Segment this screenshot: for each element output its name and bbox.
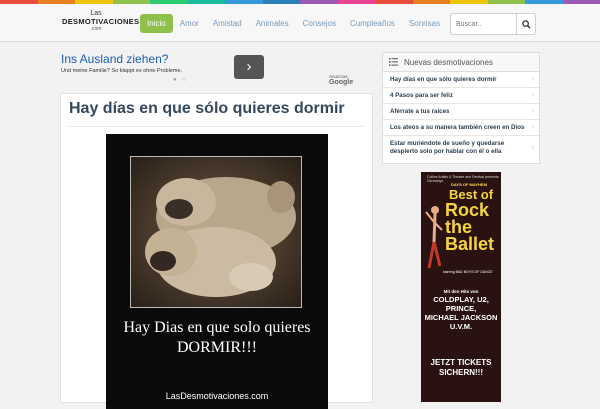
sidebar-item[interactable]: Aférrate a tus raices › bbox=[383, 104, 539, 120]
nav-item-inicio[interactable]: Inicio bbox=[140, 14, 173, 33]
ad-next-arrow-button[interactable]: › bbox=[234, 55, 264, 79]
sidebar-item[interactable]: Hay días en que sólo quieres dormir › bbox=[383, 72, 539, 88]
top-ad-banner[interactable]: Ins Ausland ziehen? Und meine Familie? S… bbox=[60, 50, 372, 88]
chevron-right-icon: › bbox=[532, 92, 534, 100]
ad-act: COLDPLAY, U2, bbox=[424, 295, 498, 304]
ad-tickets-line: SICHERN!!! bbox=[424, 368, 498, 378]
title-divider bbox=[69, 126, 364, 127]
sleeping-pugs-illustration bbox=[131, 157, 301, 307]
search-box bbox=[450, 13, 536, 35]
search-input[interactable] bbox=[451, 14, 517, 34]
sidebar-widget: Nuevas desmotivaciones Hay días en que s… bbox=[382, 52, 540, 164]
ad-subtext: Und meine Familie? So klappt es ohne Pro… bbox=[61, 68, 182, 74]
sidebar-item[interactable]: 4 Pasos para ser feliz › bbox=[383, 88, 539, 104]
poster-caption: Hay Dias en que solo quieres DORMIR!!! bbox=[106, 318, 328, 358]
chevron-right-icon: › bbox=[532, 108, 534, 116]
logo-line-1: Las bbox=[62, 10, 130, 17]
top-navigation-bar: Las DESMOTIVACIONES .com Inicio Amor Ami… bbox=[0, 4, 600, 42]
sidebar-item-label[interactable]: Los ateos a su manera también creen en D… bbox=[390, 124, 524, 131]
sidebar-item-label[interactable]: Estar muriéndote de sueño y quedarse des… bbox=[390, 140, 504, 155]
main-nav: Inicio Amor Amistad Animales Consejos Cu… bbox=[140, 14, 447, 33]
ad-title: Rock the Ballet bbox=[445, 202, 494, 253]
logo-line-2: DESMOTIVACIONES bbox=[62, 17, 130, 26]
sidebar-item[interactable]: Estar muriéndote de sueño y quedarse des… bbox=[383, 136, 539, 159]
list-icon bbox=[389, 58, 398, 66]
nav-item-amistad[interactable]: Amistad bbox=[206, 14, 249, 33]
search-button[interactable] bbox=[516, 14, 535, 34]
post-card: Hay días en que sólo quieres dormir Hay … bbox=[60, 93, 373, 403]
post-title[interactable]: Hay días en que sólo quieres dormir bbox=[69, 100, 345, 118]
sidebar-heading: Nuevas desmotivaciones bbox=[383, 53, 539, 72]
sidebar-heading-label: Nuevas desmotivaciones bbox=[404, 58, 493, 67]
ad-starring: starring BAD BOYS OF DANCE bbox=[443, 270, 493, 274]
nav-item-cumpleanos[interactable]: Cumpleaños bbox=[343, 14, 402, 33]
sidebar-item-label[interactable]: Hay días en que sólo quieres dormir bbox=[390, 76, 497, 83]
sidebar-item[interactable]: Los ateos a su manera también creen en D… bbox=[383, 120, 539, 136]
ad-with-hits: Mit den Hits von bbox=[431, 289, 491, 294]
sidebar-item-label[interactable]: Aférrate a tus raices bbox=[390, 108, 450, 115]
ad-act: U.V.M. bbox=[424, 322, 498, 331]
poster-caption-line-1: Hay Dias en que solo quieres bbox=[106, 318, 328, 338]
sidebar-list: Hay días en que sólo quieres dormir › 4 P… bbox=[383, 72, 539, 159]
chevron-right-icon: › bbox=[532, 124, 534, 132]
ad-act: MICHAEL JACKSON bbox=[424, 313, 498, 322]
chevron-right-icon: › bbox=[532, 76, 534, 84]
logo-line-3: .com bbox=[62, 26, 130, 32]
ad-tickets-line: JETZT TICKETS bbox=[424, 358, 498, 368]
ad-act: PRINCE, bbox=[424, 304, 498, 313]
ad-acts: COLDPLAY, U2, PRINCE, MICHAEL JACKSON U.… bbox=[424, 295, 498, 331]
nav-item-animales[interactable]: Animales bbox=[249, 14, 296, 33]
ad-attribution-brand: Google bbox=[329, 79, 353, 86]
chevron-right-icon: › bbox=[532, 144, 534, 152]
ad-tickets-cta[interactable]: JETZT TICKETS SICHERN!!! bbox=[424, 358, 498, 378]
post-image[interactable]: Hay Dias en que solo quieres DORMIR!!! L… bbox=[106, 134, 328, 409]
nav-item-amor[interactable]: Amor bbox=[173, 14, 206, 33]
pug-photo bbox=[130, 156, 302, 308]
search-icon bbox=[522, 20, 531, 29]
ad-title-line: Ballet bbox=[445, 236, 494, 253]
ad-headline[interactable]: Ins Ausland ziehen? bbox=[61, 52, 168, 66]
site-logo[interactable]: Las DESMOTIVACIONES .com bbox=[62, 10, 130, 38]
poster-caption-line-2: DORMIR!!! bbox=[106, 338, 328, 358]
ad-attribution: Anuncios Google bbox=[329, 74, 372, 86]
sidebar-item-label[interactable]: 4 Pasos para ser feliz bbox=[390, 92, 453, 99]
dancer-figure bbox=[425, 202, 443, 272]
nav-item-consejos[interactable]: Consejos bbox=[296, 14, 343, 33]
side-ad-rock-the-ballet[interactable]: Collins Artists & Theater and Festival p… bbox=[421, 172, 501, 402]
ad-pagination-dots: ● ○ bbox=[173, 77, 188, 83]
nav-item-sonrisas[interactable]: Sonrisas bbox=[402, 14, 447, 33]
